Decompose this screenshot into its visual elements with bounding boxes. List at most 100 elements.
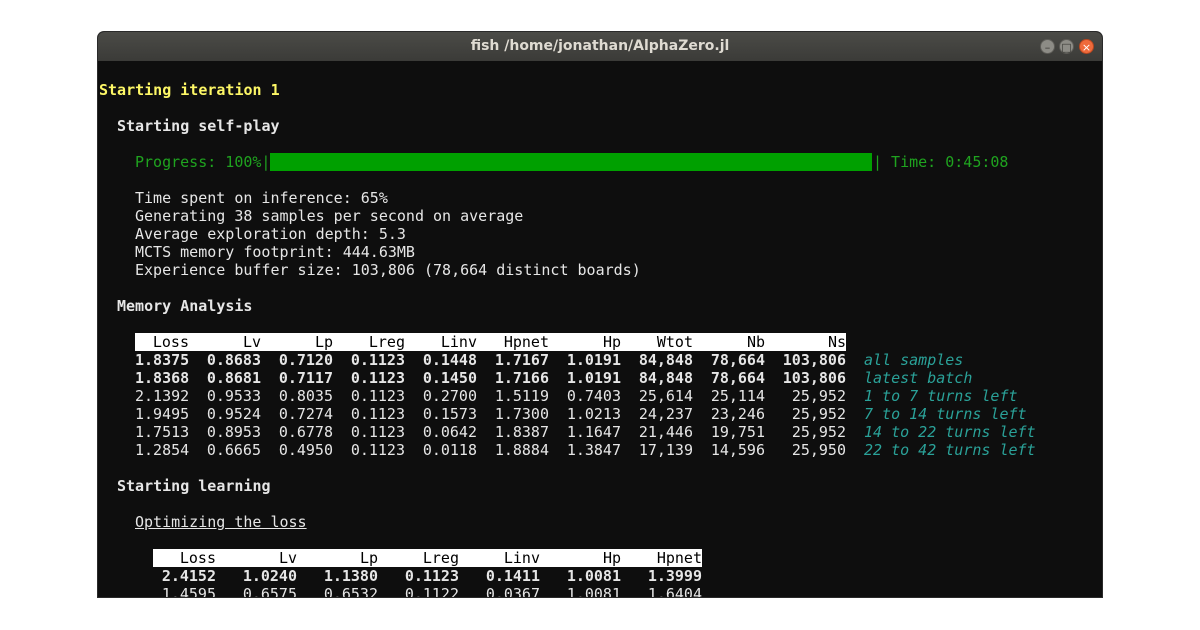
column-header: Loss (152, 333, 189, 351)
table-cell: 1.1380 (323, 567, 378, 585)
table-cell: 0.6665 (206, 441, 261, 459)
table-cell: 1.6404 (647, 585, 702, 597)
table-cell: 1.7167 (494, 351, 549, 369)
row-label: 14 to 22 turns left (864, 423, 1036, 441)
table-cell: 1.2854 (135, 441, 190, 459)
table-cell: 1.0081 (566, 567, 621, 585)
table-cell: 0.1123 (350, 441, 405, 459)
terminal-output[interactable]: Starting iteration 1 Starting self-play … (98, 61, 1102, 597)
table-cell: 1.0240 (242, 567, 297, 585)
table-cell: 2.1392 (135, 387, 190, 405)
minimize-icon[interactable]: – (1040, 39, 1055, 54)
table-cell: 0.6532 (323, 585, 378, 597)
iteration-header: Starting iteration 1 (99, 81, 280, 99)
table-cell: 0.2700 (422, 387, 477, 405)
table-cell: 103,806 (782, 369, 846, 387)
column-header: Loss (179, 549, 216, 567)
table-cell: 0.7274 (278, 405, 333, 423)
table-cell: 21,446 (638, 423, 693, 441)
table-cell: 0.0118 (422, 441, 477, 459)
stat-line: Average exploration depth: 5.3 (135, 225, 406, 243)
stat-line: Time spent on inference: 65% (135, 189, 388, 207)
table-cell: 0.7403 (566, 387, 621, 405)
table-cell: 1.5119 (494, 387, 549, 405)
row-label: all samples (864, 351, 964, 369)
table-cell: 0.1448 (422, 351, 477, 369)
table-cell: 25,952 (791, 423, 846, 441)
table-row: 1.8368 0.8681 0.7117 0.1123 0.1450 1.7166 1.01… (135, 369, 1036, 387)
table-cell: 0.1450 (422, 369, 477, 387)
column-header: Lv (242, 333, 261, 351)
table-cell: 0.4950 (278, 441, 333, 459)
table-cell: 1.7513 (135, 423, 190, 441)
table-cell: 0.1123 (350, 387, 405, 405)
column-header: Lv (278, 549, 297, 567)
table-cell: 0.1123 (350, 351, 405, 369)
table-cell: 1.9495 (135, 405, 190, 423)
table-cell: 17,139 (638, 441, 693, 459)
table-cell: 0.1123 (350, 423, 405, 441)
titlebar[interactable]: fish /home/jonathan/AlphaZero.jl – □ × (98, 32, 1102, 61)
row-label: 7 to 14 turns left (864, 405, 1027, 423)
table-cell: 1.1647 (566, 423, 621, 441)
close-icon[interactable]: × (1079, 39, 1094, 54)
table-cell: 23,246 (710, 405, 765, 423)
column-header: Lreg (422, 549, 459, 567)
table-cell: 0.8681 (206, 369, 261, 387)
table-row: 1.7513 0.8953 0.6778 0.1123 0.0642 1.8387 1.16… (135, 423, 1036, 441)
table-row: 1.8375 0.8683 0.7120 0.1123 0.1448 1.7167 1.01… (135, 351, 1036, 369)
column-header: Lp (314, 333, 333, 351)
table-cell: 0.1123 (404, 567, 459, 585)
window-title: fish /home/jonathan/AlphaZero.jl (470, 38, 730, 54)
table-cell: 0.8683 (206, 351, 261, 369)
table-cell: 1.7166 (494, 369, 549, 387)
table-row: 1.4595 0.6575 0.6532 0.1122 0.0367 1.0081 1.64… (153, 585, 702, 597)
column-header: Wtot (656, 333, 693, 351)
table-cell: 1.8368 (135, 369, 190, 387)
learning-table: Loss Lv Lp Lreg Linv Hp Hpnet 2.4152 1.0240 1.138… (153, 549, 702, 597)
table-cell: 0.8953 (206, 423, 261, 441)
row-label: latest batch (864, 369, 973, 387)
stat-line: Experience buffer size: 103,806 (78,664 … (135, 261, 641, 279)
row-label: 22 to 42 turns left (864, 441, 1036, 459)
table-cell: 0.9533 (206, 387, 261, 405)
column-header: Lreg (368, 333, 405, 351)
table-cell: 0.7117 (278, 369, 333, 387)
table-cell: 0.1411 (485, 567, 540, 585)
table-cell: 1.0191 (566, 351, 621, 369)
table-cell: 14,596 (710, 441, 765, 459)
table-cell: 0.6575 (242, 585, 297, 597)
table-cell: 1.8884 (494, 441, 549, 459)
column-header: Hp (602, 549, 621, 567)
table-row: 1.9495 0.9524 0.7274 0.1123 0.1573 1.7300 1.02… (135, 405, 1036, 423)
column-header: Hp (602, 333, 621, 351)
table-cell: 1.0213 (566, 405, 621, 423)
table-cell: 84,848 (638, 351, 693, 369)
progress-label: Progress: 100%| (135, 153, 271, 171)
column-header: Ns (827, 333, 846, 351)
table-cell: 1.4595 (161, 585, 216, 597)
table-cell: 25,952 (791, 387, 846, 405)
table-cell: 78,664 (710, 351, 765, 369)
table-cell: 84,848 (638, 369, 693, 387)
table-cell: 1.0081 (566, 585, 621, 597)
stat-line: Generating 38 samples per second on aver… (135, 207, 524, 225)
table-row: 1.2854 0.6665 0.4950 0.1123 0.0118 1.8884 1.38… (135, 441, 1036, 459)
memory-analysis-table: Loss Lv Lp Lreg Linv Hpnet Hp Wtot Nb Ns 1.8375 0.8… (135, 333, 1036, 459)
row-label: 1 to 7 turns left (864, 387, 1018, 405)
table-row: 2.1392 0.9533 0.8035 0.1123 0.2700 1.5119 0.74… (135, 387, 1036, 405)
table-row: 2.4152 1.0240 1.1380 0.1123 0.1411 1.0081 1.39… (153, 567, 702, 585)
table-cell: 25,952 (791, 405, 846, 423)
maximize-icon[interactable]: □ (1059, 39, 1074, 54)
table-cell: 25,950 (791, 441, 846, 459)
table-cell: 0.1122 (404, 585, 459, 597)
learning-header: Starting learning (117, 477, 271, 495)
table-cell: 1.8387 (494, 423, 549, 441)
table-cell: 0.0642 (422, 423, 477, 441)
progress-bar (270, 153, 872, 171)
table-cell: 25,614 (638, 387, 693, 405)
table-cell: 1.0191 (566, 369, 621, 387)
table-cell: 1.3999 (647, 567, 702, 585)
column-header: Nb (746, 333, 765, 351)
memory-analysis-header: Memory Analysis (117, 297, 253, 315)
